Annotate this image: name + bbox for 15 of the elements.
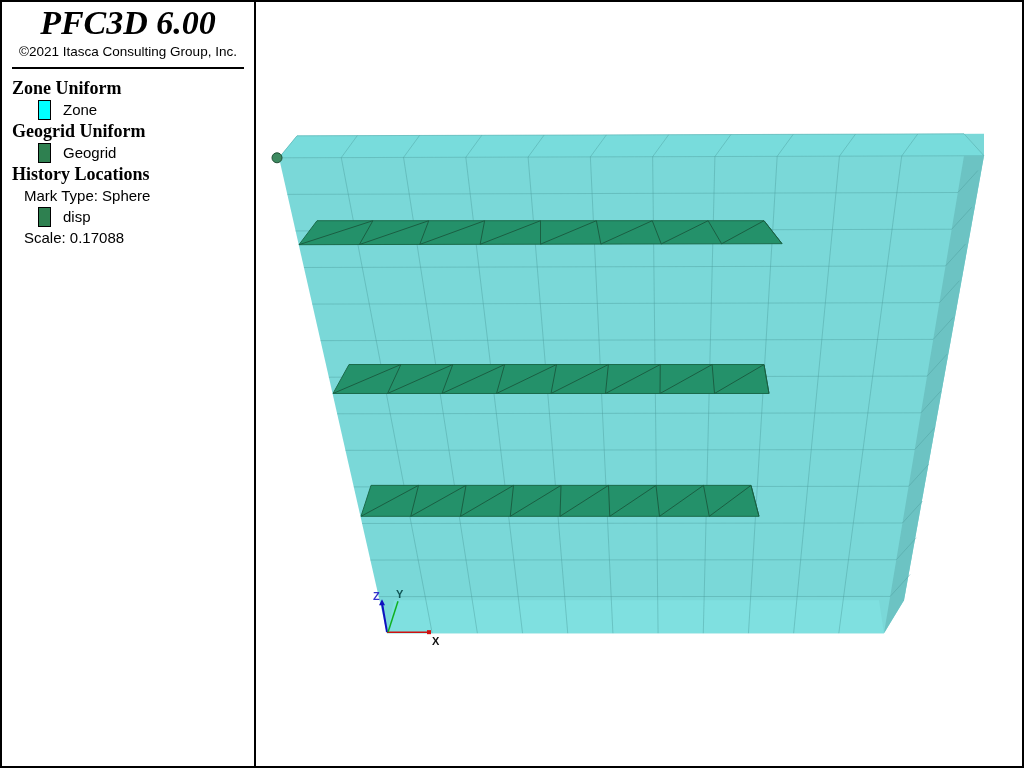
- axis-label: Y: [396, 588, 404, 601]
- legend-heading: Zone Uniform: [12, 77, 123, 99]
- axis-label: Z: [373, 590, 380, 603]
- copyright-text: ©2021 Itasca Consulting Group, Inc.: [18, 44, 238, 59]
- legend-text: Mark Type: Sphere: [23, 186, 152, 206]
- legend-heading: Geogrid Uniform: [12, 120, 147, 142]
- app-title: PFC3D 6.00: [39, 6, 217, 40]
- sphere-marker: [271, 152, 283, 164]
- legend-label: Zone: [63, 101, 98, 118]
- legend-text: Scale: 0.17088: [23, 228, 126, 248]
- legend-heading: History Locations: [12, 163, 151, 185]
- axis-label: X: [432, 635, 440, 648]
- legend-label: disp: [63, 208, 91, 225]
- legend-label: Geogrid: [63, 144, 117, 161]
- axis-triad-drawing: [379, 599, 431, 635]
